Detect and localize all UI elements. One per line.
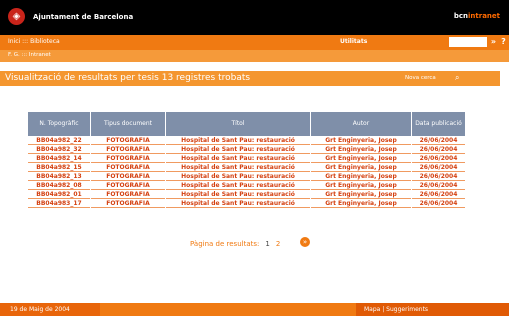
table-cell[interactable]: FOTOGRAFIA	[91, 181, 165, 190]
table-cell[interactable]: Grt Enginyeria, Josep	[311, 199, 411, 208]
top-bar: ◈ Ajuntament de Barcelona bcnintranet	[0, 0, 509, 35]
table-cell[interactable]: FOTOGRAFIA	[91, 190, 165, 199]
table-row[interactable]: BB04a982_08 FOTOGRAFIA Hospital de Sant Pa…	[28, 181, 465, 190]
table-cell[interactable]: Hospital de Sant Pau: restauració	[166, 181, 310, 190]
table-cell[interactable]: Grt Enginyeria, Josep	[311, 145, 411, 154]
sub-nav-bar: F. G. ::: Intranet	[0, 50, 509, 62]
table-row[interactable]: BB04a982_22 FOTOGRAFIA Hospital de Sant Pa…	[28, 136, 465, 145]
table-cell[interactable]: BB04a982_14	[28, 154, 90, 163]
table-cell[interactable]: Hospital de Sant Pau: restauració	[166, 136, 310, 145]
table-cell[interactable]: Grt Enginyeria, Josep	[311, 136, 411, 145]
table-cell[interactable]: BB04a982_32	[28, 145, 90, 154]
breadcrumb[interactable]: Inici ::: Biblioteca	[8, 38, 60, 45]
column-header: Autor	[311, 112, 411, 136]
table-cell[interactable]: Hospital de Sant Pau: restauració	[166, 172, 310, 181]
table-cell[interactable]: 26/06/2004	[412, 154, 465, 163]
new-search-link[interactable]: Nova cerca	[405, 75, 436, 81]
table-cell[interactable]: Grt Enginyeria, Josep	[311, 172, 411, 181]
table-row[interactable]: BB04a982_32 FOTOGRAFIA Hospital de Sant Pa…	[28, 145, 465, 154]
table-row[interactable]: BB04a982_15 FOTOGRAFIA Hospital de Sant Pa…	[28, 163, 465, 172]
table-cell[interactable]: FOTOGRAFIA	[91, 172, 165, 181]
table-cell[interactable]: Hospital de Sant Pau: restauració	[166, 163, 310, 172]
table-cell[interactable]: Hospital de Sant Pau: restauració	[166, 199, 310, 208]
table-cell[interactable]: BB04a982_01	[28, 190, 90, 199]
results-table: N. Topogràfic Tipus document Títol Autor Dat…	[27, 112, 466, 208]
logo-icon[interactable]: ◈	[8, 8, 25, 25]
table-cell[interactable]: BB04a982_22	[28, 136, 90, 145]
page-link[interactable]: 1	[265, 240, 269, 248]
pagination-label: Pàgina de resultats:	[190, 240, 260, 248]
footer-links[interactable]: Mapa | Suggeriments	[364, 306, 428, 313]
table-cell[interactable]: FOTOGRAFIA	[91, 199, 165, 208]
next-page-icon[interactable]: »	[300, 237, 310, 247]
column-header: Títol	[166, 112, 310, 136]
page-link[interactable]: 2	[276, 240, 280, 248]
table-row[interactable]: BB04a982_14 FOTOGRAFIA Hospital de Sant Pa…	[28, 154, 465, 163]
table-cell[interactable]: FOTOGRAFIA	[91, 163, 165, 172]
table-body: BB04a982_22 FOTOGRAFIA Hospital de Sant Pa…	[28, 136, 465, 208]
footer-date: 19 de Maig de 2004	[10, 306, 70, 313]
table-cell[interactable]: Grt Enginyeria, Josep	[311, 190, 411, 199]
results-title: Visualització de resultats per tesis 13 …	[5, 73, 251, 83]
table-cell[interactable]: Hospital de Sant Pau: restauració	[166, 145, 310, 154]
table-cell[interactable]: 26/06/2004	[412, 190, 465, 199]
table-cell[interactable]: Hospital de Sant Pau: restauració	[166, 154, 310, 163]
column-header: Data publicació	[412, 112, 465, 136]
organization-name[interactable]: Ajuntament de Barcelona	[33, 13, 133, 21]
table-cell[interactable]: Grt Enginyeria, Josep	[311, 181, 411, 190]
table-header-row: N. Topogràfic Tipus document Títol Autor Dat…	[28, 112, 465, 136]
table-cell[interactable]: FOTOGRAFIA	[91, 145, 165, 154]
table-cell[interactable]: FOTOGRAFIA	[91, 136, 165, 145]
pagination: Pàgina de resultats: 1 2	[190, 240, 280, 248]
table-cell[interactable]: 26/06/2004	[412, 181, 465, 190]
table-row[interactable]: BB04a982_01 FOTOGRAFIA Hospital de Sant Pa…	[28, 190, 465, 199]
column-header: N. Topogràfic	[28, 112, 90, 136]
results-header: Visualització de resultats per tesis 13 …	[0, 71, 500, 86]
table-cell[interactable]: Grt Enginyeria, Josep	[311, 154, 411, 163]
brand-logo[interactable]: bcnintranet	[454, 12, 500, 20]
table-cell[interactable]: BB04a982_08	[28, 181, 90, 190]
go-icon[interactable]: »	[489, 37, 498, 47]
table-cell[interactable]: BB04a983_17	[28, 199, 90, 208]
table-cell[interactable]: BB04a982_13	[28, 172, 90, 181]
search-input[interactable]	[449, 37, 487, 47]
column-header: Tipus document	[91, 112, 165, 136]
table-cell[interactable]: 26/06/2004	[412, 163, 465, 172]
table-cell[interactable]: 26/06/2004	[412, 199, 465, 208]
brand-accent: intranet	[468, 12, 500, 20]
table-cell[interactable]: 26/06/2004	[412, 136, 465, 145]
footer: 19 de Maig de 2004 Mapa | Suggeriments	[0, 303, 509, 316]
table-cell[interactable]: FOTOGRAFIA	[91, 154, 165, 163]
utilities-menu[interactable]: Utilitats	[340, 38, 367, 45]
table-cell[interactable]: BB04a982_15	[28, 163, 90, 172]
nav-bar: Inici ::: Biblioteca Utilitats » ?	[0, 35, 509, 50]
sub-breadcrumb[interactable]: F. G. ::: Intranet	[8, 52, 51, 58]
table-cell[interactable]: 26/06/2004	[412, 145, 465, 154]
table-cell[interactable]: 26/06/2004	[412, 172, 465, 181]
table-row[interactable]: BB04a983_17 FOTOGRAFIA Hospital de Sant Pa…	[28, 199, 465, 208]
table-cell[interactable]: Hospital de Sant Pau: restauració	[166, 190, 310, 199]
help-icon[interactable]: ?	[499, 37, 508, 47]
brand-main: bcn	[453, 12, 469, 20]
table-cell[interactable]: Grt Enginyeria, Josep	[311, 163, 411, 172]
table-row[interactable]: BB04a982_13 FOTOGRAFIA Hospital de Sant Pa…	[28, 172, 465, 181]
search-icon[interactable]: ⌕	[455, 73, 459, 83]
